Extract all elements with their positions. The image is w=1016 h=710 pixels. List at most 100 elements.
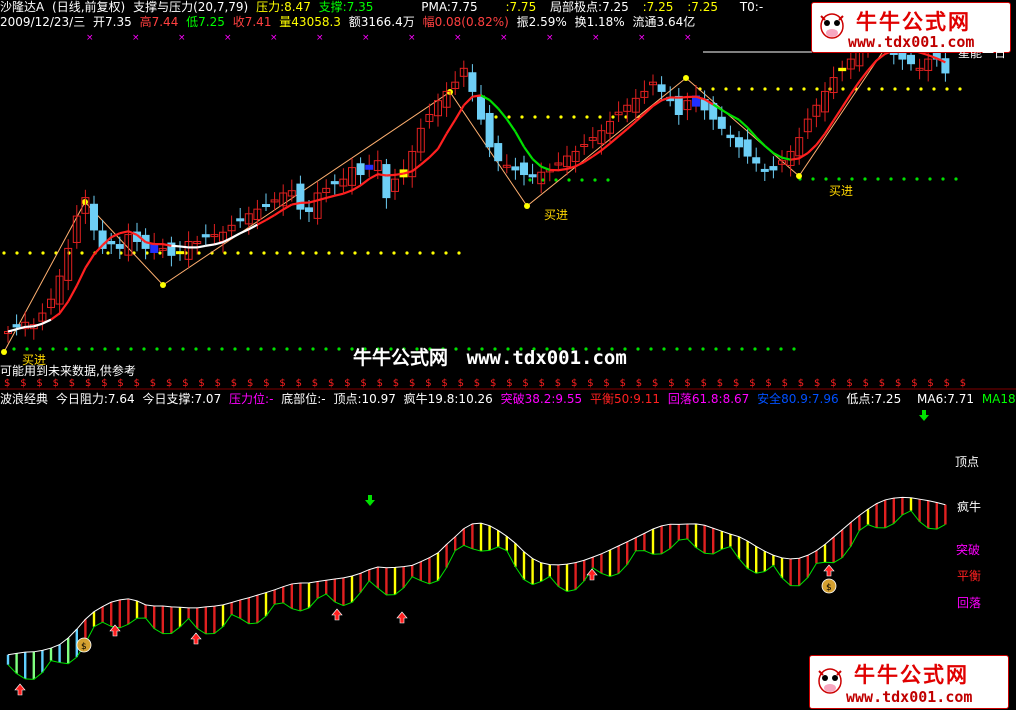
support-dot-green [837, 177, 841, 181]
cross-marker: × [500, 33, 508, 43]
ma-line-segment [592, 149, 603, 158]
support-dot [444, 251, 448, 255]
indicator-name[interactable]: 波浪经典 [0, 392, 48, 406]
ma-line-segment [437, 133, 448, 150]
bottom-position: 底部位:- [281, 392, 326, 406]
ma-line-segment [25, 325, 34, 329]
pressure-value: 压力:8.47 [256, 0, 311, 14]
money-bag-symbol: $ [81, 642, 87, 652]
ma-line-segment [265, 214, 276, 221]
support-dot-green [220, 347, 224, 351]
support-dot-green [792, 347, 796, 351]
support-dot-green [311, 347, 315, 351]
support-dot [457, 251, 461, 255]
ma-line-segment [386, 173, 396, 177]
cross-marker: × [408, 33, 416, 43]
quote-float: 流通3.64亿 [632, 15, 696, 29]
cow-mascot-icon [818, 668, 842, 694]
up-arrow-icon [823, 564, 835, 577]
low-point: 低点:7.25 [846, 392, 902, 406]
support-dot-green [142, 347, 146, 351]
support-dot-green [606, 178, 610, 182]
candle-body [485, 112, 494, 148]
pressure-dot [737, 87, 741, 91]
candle-body [12, 324, 21, 328]
support-dot-green [233, 347, 237, 351]
quote-change: 幅0.08(0.82%) [422, 15, 509, 29]
ma-line-segment [93, 244, 104, 256]
indicator-label: 支撑与压力(20,7,79) [133, 0, 249, 14]
logo-url-text: www.tdx001.com [848, 33, 975, 51]
dollar-marker: $ [409, 378, 415, 389]
ma-line-segment [58, 300, 70, 315]
ma-line-segment [678, 95, 688, 99]
support-dot-green [64, 347, 68, 351]
down-arrow-icon [365, 495, 375, 506]
ma-line-segment [531, 158, 542, 168]
ma-line-segment [497, 107, 508, 120]
ma-line-segment [231, 232, 241, 239]
dollar-marker: $ [571, 378, 577, 389]
candle-body [176, 251, 184, 255]
dollar-marker: $ [506, 378, 512, 389]
label-crazy: 疯牛 [957, 500, 982, 514]
ma-line-segment [119, 230, 129, 235]
ma-line-segment [764, 144, 775, 154]
support-dot-green [889, 177, 893, 181]
ma-line-segment [84, 253, 95, 269]
pressure-dot [958, 87, 962, 91]
pressure-dot [763, 87, 767, 91]
site-logo-bottom[interactable]: 牛牛公式网 www.tdx001.com [809, 655, 1009, 709]
buy-signal-label: 买进 [829, 184, 854, 198]
support-dot-green [915, 177, 919, 181]
ma-line-segment [317, 196, 327, 202]
dollar-marker: $ [20, 378, 26, 389]
ma-line-segment [428, 148, 439, 159]
right-cut-label: 星能一日 [958, 46, 1007, 60]
dollar-marker: $ [458, 378, 464, 389]
pressure-dot [945, 87, 949, 91]
cross-marker: × [132, 33, 140, 43]
watermark-text: 牛牛公式网 [353, 347, 449, 369]
dollar-marker: $ [215, 378, 221, 389]
logo-brand-text: 牛牛公式网 [854, 662, 969, 687]
support-dot-green [753, 347, 757, 351]
ma-line-segment [609, 135, 620, 145]
dollar-marker: $ [587, 378, 593, 389]
pressure-dot [559, 115, 563, 119]
dollar-marker: $ [539, 378, 545, 389]
support-dot-green [902, 177, 906, 181]
stock-name[interactable]: 沙隆达A [0, 0, 44, 14]
pressure-dot [815, 87, 819, 91]
support-dot-green [863, 177, 867, 181]
ma-line-segment [273, 208, 284, 217]
dollar-marker: $ [117, 378, 123, 389]
pressure-dot [711, 87, 715, 91]
support-dot [223, 251, 227, 255]
ma-line-segment [368, 173, 379, 180]
support-dot [392, 251, 396, 255]
future-data-warning: 可能用到未来数据,供参考 [0, 364, 136, 378]
pressure-dot [880, 87, 884, 91]
cross-marker: × [178, 33, 186, 43]
ma-line-segment [575, 161, 585, 168]
wave-vertex [683, 75, 689, 81]
logo-url-text: www.tdx001.com [846, 688, 973, 706]
support-dot-green [181, 347, 185, 351]
crazy-bull-level: 疯牛19.8:10.26 [403, 392, 493, 406]
support-dot [366, 251, 370, 255]
ma18-line [7, 510, 946, 680]
ma-line-segment [377, 173, 387, 177]
ma-line-segment [867, 59, 878, 72]
header-lower: 波浪经典 今日阻力:7.64 今日支撑:7.07 压力位:- 底部位:- 顶点:… [0, 392, 1016, 406]
extreme-value-3: :7.25 [687, 0, 718, 14]
cross-marker: × [270, 33, 278, 43]
candle-body [382, 164, 391, 199]
candle-body [717, 116, 726, 129]
pressure-dot [546, 115, 550, 119]
ma-line-segment [420, 156, 431, 166]
watermark-url: www.tdx001.com [466, 347, 627, 369]
label-break: 突破 [956, 543, 981, 557]
support-dot-green [155, 347, 159, 351]
support-dot [158, 251, 162, 255]
